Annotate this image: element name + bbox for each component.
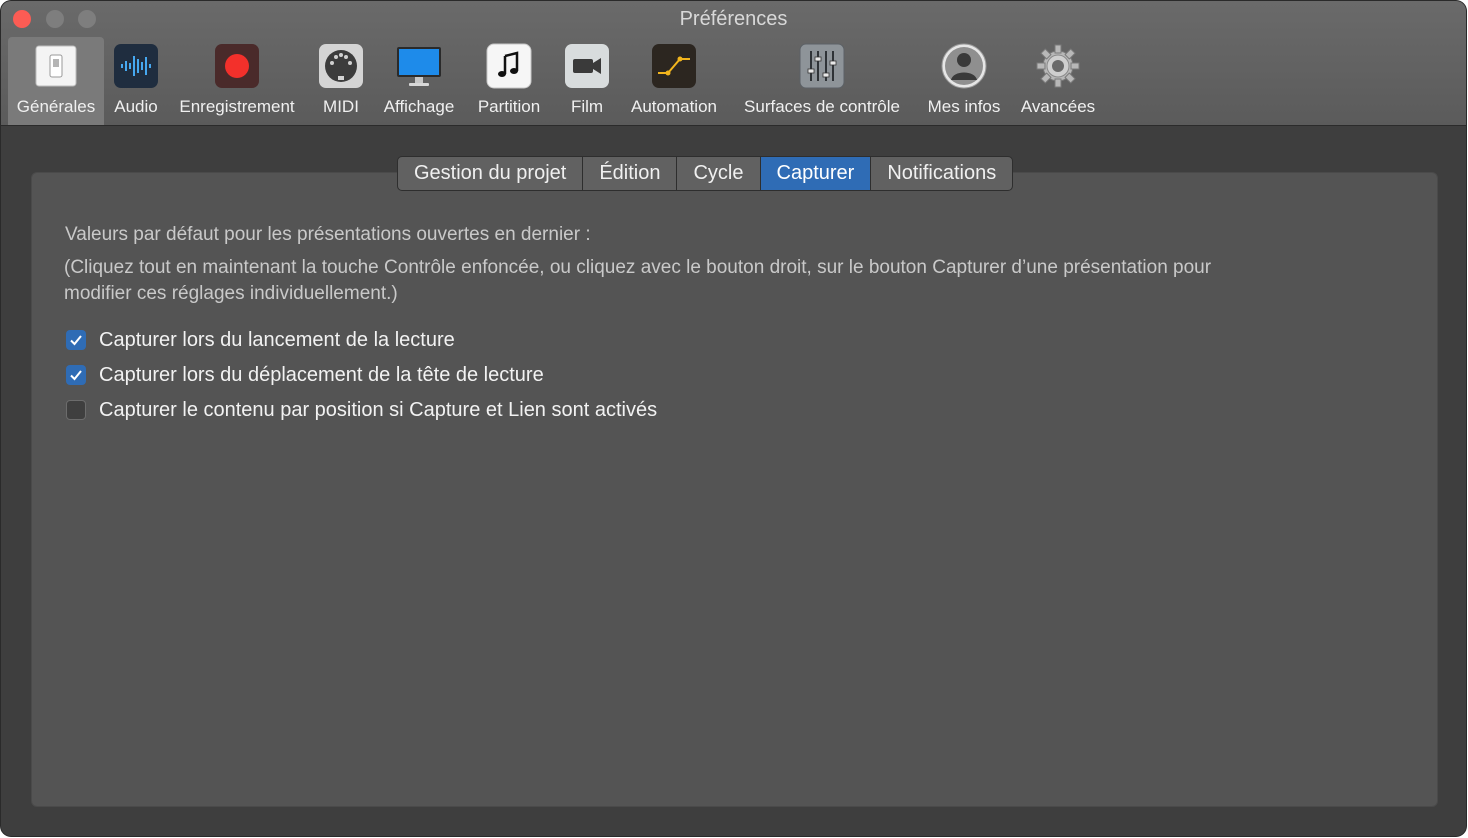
window-title: Préférences [679, 8, 788, 30]
tab-cycle[interactable]: Cycle [677, 157, 761, 190]
user-silhouette-icon [941, 43, 987, 89]
waveform-icon [114, 44, 158, 88]
automation-curve-icon [652, 44, 696, 88]
toolbar-item-partition[interactable]: Partition [467, 37, 551, 125]
preferences-window: Préférences Générales Audio Enregistreme… [1, 1, 1466, 836]
checkmark-icon [70, 370, 82, 381]
toolbar-item-label: MIDI [323, 97, 359, 116]
video-camera-icon [565, 44, 609, 88]
switch-icon [35, 45, 77, 87]
defaults-note-line-1: (Cliquez tout en maintenant la touche Co… [64, 257, 1212, 278]
capture-on-playhead-move-label: Capturer lors du déplacement de la tête … [99, 363, 544, 386]
tab-bar: Gestion du projet Édition Cycle Capturer… [397, 156, 1014, 191]
toolbar-item-midi[interactable]: MIDI [313, 37, 369, 125]
toolbar-item-label: Automation [631, 97, 717, 116]
defaults-heading: Valeurs par défaut pour les présentation… [65, 224, 591, 245]
faders-icon [799, 43, 845, 89]
option-capture-on-play[interactable]: Capturer lors du lancement de la lecture [66, 328, 455, 352]
tab-edition[interactable]: Édition [583, 157, 678, 190]
midi-port-icon [319, 44, 363, 88]
tab-capturer[interactable]: Capturer [760, 157, 872, 190]
toolbar-item-affichage[interactable]: Affichage [374, 37, 464, 125]
toolbar-item-label: Enregistrement [179, 97, 295, 116]
toolbar-item-label: Audio [114, 97, 158, 116]
checkmark-icon [70, 335, 82, 346]
option-capture-content-by-position[interactable]: Capturer le contenu par position si Capt… [66, 398, 657, 422]
capture-content-by-position-label: Capturer le contenu par position si Capt… [99, 398, 658, 421]
tab-gestion-du-projet[interactable]: Gestion du projet [398, 157, 584, 190]
gear-icon [1036, 44, 1080, 88]
toolbar-item-label: Partition [477, 97, 541, 116]
toolbar-item-label: Générales [16, 97, 96, 116]
toolbar-item-avancees[interactable]: Avancées [1013, 37, 1103, 125]
toolbar-item-audio[interactable]: Audio [106, 37, 166, 125]
capture-on-playhead-move-checkbox[interactable] [66, 365, 86, 385]
toolbar-item-surfaces-de-controle[interactable]: Surfaces de contrôle [732, 37, 912, 125]
toolbar-item-film[interactable]: Film [558, 37, 616, 125]
toolbar-item-enregistrement[interactable]: Enregistrement [169, 37, 305, 125]
capture-on-play-label: Capturer lors du lancement de la lecture [99, 328, 455, 351]
music-note-icon [486, 43, 532, 89]
capture-on-play-checkbox[interactable] [66, 330, 86, 350]
toolbar-item-automation[interactable]: Automation [622, 37, 726, 125]
toolbar-item-label: Avancées [1020, 97, 1096, 116]
toolbar-item-label: Film [570, 97, 604, 116]
capture-content-by-position-checkbox[interactable] [66, 400, 86, 420]
tab-notifications[interactable]: Notifications [871, 157, 1012, 190]
record-icon [215, 44, 259, 88]
title-bar: Préférences Générales Audio Enregistreme… [1, 1, 1466, 126]
toolbar-item-label: Affichage [383, 97, 455, 116]
monitor-icon [397, 47, 441, 86]
toolbar-item-label: Surfaces de contrôle [744, 97, 900, 116]
option-capture-on-playhead-move[interactable]: Capturer lors du déplacement de la tête … [66, 363, 544, 387]
defaults-note-line-2: modifier ces réglages individuellement.) [64, 283, 398, 304]
toolbar-item-generales[interactable]: Générales [8, 37, 104, 125]
toolbar-item-label: Mes infos [927, 97, 1001, 116]
toolbar-item-mes-infos[interactable]: Mes infos [918, 37, 1010, 125]
